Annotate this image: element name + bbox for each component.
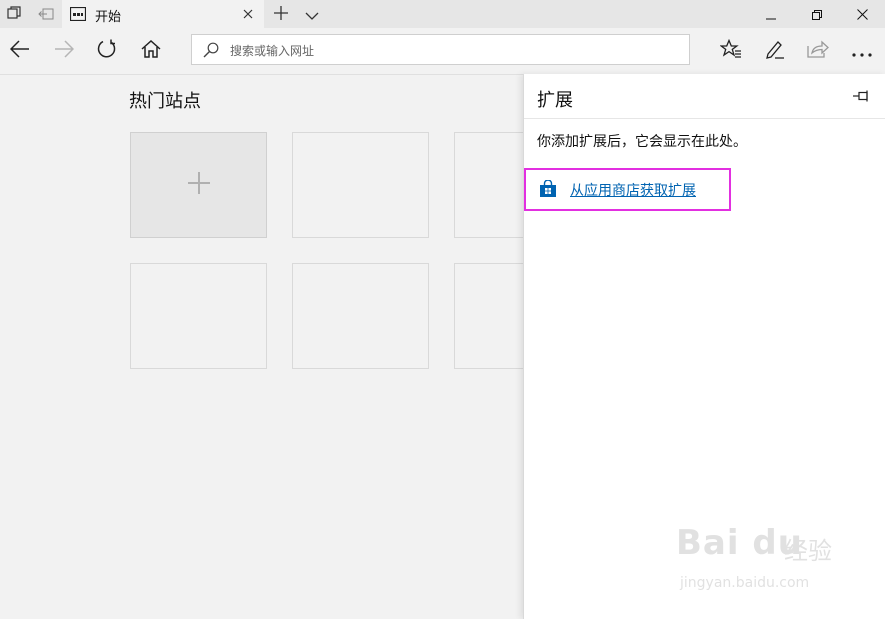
- tab-preview-icon: [7, 5, 21, 24]
- notes-button[interactable]: [757, 33, 793, 69]
- tab-title: 开始: [95, 10, 122, 25]
- pin-icon: [853, 87, 871, 106]
- get-extensions-link[interactable]: 从应用商店获取扩展: [524, 168, 731, 211]
- watermark-url: jingyan.baidu.com: [680, 575, 810, 591]
- address-input[interactable]: [228, 39, 672, 63]
- pen-icon: [765, 39, 785, 63]
- close-icon: [856, 5, 868, 24]
- plus-icon: [274, 5, 288, 24]
- tab-preview-button[interactable]: [0, 0, 28, 28]
- back-arrow-icon: [9, 40, 30, 62]
- site-tile[interactable]: [292, 132, 429, 238]
- new-tab-button[interactable]: [266, 0, 296, 28]
- start-page: 热门站点: [0, 75, 591, 619]
- plus-icon: [187, 171, 211, 199]
- home-button[interactable]: [133, 33, 169, 69]
- more-button[interactable]: [844, 33, 880, 69]
- restore-button[interactable]: [794, 0, 840, 28]
- window-close-button[interactable]: [839, 0, 885, 28]
- watermark-cn: 经验: [784, 537, 832, 565]
- back-button[interactable]: [2, 33, 38, 69]
- refresh-icon: [97, 39, 117, 63]
- set-aside-tabs-icon: [38, 5, 54, 24]
- top-sites-heading: 热门站点: [129, 91, 201, 112]
- pin-button[interactable]: [852, 88, 872, 104]
- nav-bar: [0, 28, 885, 75]
- site-tile[interactable]: [130, 263, 267, 369]
- more-icon: [852, 42, 872, 61]
- favorites-button[interactable]: [713, 33, 749, 69]
- tab-start[interactable]: 开始: [62, 0, 264, 28]
- chevron-down-icon: [305, 5, 319, 24]
- refresh-button[interactable]: [89, 33, 125, 69]
- search-icon: [203, 42, 219, 62]
- share-button[interactable]: [800, 33, 836, 69]
- pane-description: 你添加扩展后，它会显示在此处。: [537, 134, 747, 150]
- store-bag-icon: [539, 179, 557, 202]
- address-bar[interactable]: [191, 34, 690, 65]
- minimize-button[interactable]: [748, 0, 794, 28]
- close-icon[interactable]: [238, 4, 258, 24]
- tab-list-button[interactable]: [298, 0, 326, 28]
- baidu-watermark: Bai du 经验 jingyan.baidu.com: [676, 523, 866, 603]
- forward-button[interactable]: [46, 33, 82, 69]
- title-bar: 开始: [0, 0, 885, 28]
- site-tile[interactable]: [292, 263, 429, 369]
- share-icon: [807, 40, 829, 62]
- forward-arrow-icon: [54, 40, 75, 62]
- set-aside-tabs-button[interactable]: [32, 0, 60, 28]
- pane-header: 扩展: [524, 74, 885, 119]
- pane-title: 扩展: [537, 90, 573, 111]
- page-icon: [69, 6, 87, 25]
- get-extensions-link-text[interactable]: 从应用商店获取扩展: [570, 180, 696, 200]
- add-site-tile[interactable]: [130, 132, 267, 238]
- favorites-star-icon: [719, 38, 742, 63]
- home-icon: [141, 39, 161, 62]
- minimize-icon: [766, 5, 776, 24]
- restore-icon: [812, 5, 822, 24]
